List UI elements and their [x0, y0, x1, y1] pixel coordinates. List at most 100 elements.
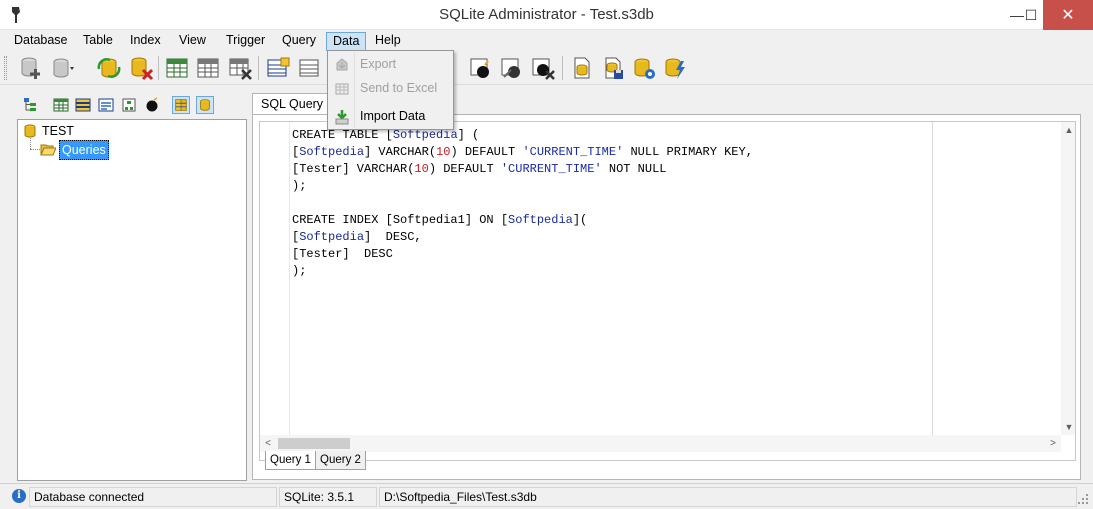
code-token: [Tester] DESC	[292, 247, 393, 261]
code-token: TABLE	[342, 128, 386, 142]
indexes-icon[interactable]	[74, 96, 92, 114]
object-browser-panel: TEST Queries	[10, 93, 247, 481]
triggers-icon[interactable]	[143, 96, 161, 114]
code-line: );	[292, 263, 753, 280]
status-sqlite-version: SQLite: 3.5.1	[279, 487, 377, 507]
maximize-button[interactable]: ☐	[1019, 0, 1043, 30]
menu-data[interactable]: Data	[326, 32, 367, 51]
open-database-icon[interactable]	[50, 55, 76, 81]
code-token: 10	[436, 145, 451, 159]
code-line: CREATE INDEX [Softpedia1] ON [Softpedia]…	[292, 212, 753, 229]
scroll-right-icon[interactable]: >	[1045, 435, 1061, 452]
queries-filter-icon[interactable]	[196, 96, 214, 114]
scroll-down-icon[interactable]: ▼	[1061, 419, 1075, 435]
toolbar-separator	[562, 56, 563, 80]
code-token: ] VARCHAR(	[364, 145, 437, 159]
code-line: [Softpedia] VARCHAR(10) DEFAULT 'CURRENT…	[292, 144, 753, 161]
tables-icon[interactable]	[52, 96, 70, 114]
execute-query-icon[interactable]	[662, 55, 688, 81]
menu-item-label: Export	[360, 57, 397, 71]
tab-sql-query[interactable]: SQL Query	[252, 93, 332, 115]
info-icon: i	[12, 489, 26, 503]
scroll-left-icon[interactable]: <	[260, 435, 276, 452]
tab-query-1[interactable]: Query 1	[265, 451, 316, 470]
code-token: Softpedia	[299, 145, 365, 159]
delete-database-icon[interactable]	[128, 55, 154, 81]
code-token: 'CURRENT_TIME'	[500, 162, 602, 176]
menu-help[interactable]: Help	[369, 32, 407, 51]
resize-grip-icon[interactable]	[1077, 493, 1089, 505]
new-database-icon[interactable]	[18, 55, 44, 81]
object-tree[interactable]: TEST Queries	[17, 119, 247, 481]
edit-index-icon[interactable]	[297, 55, 323, 81]
code-token: ) DEFAULT	[428, 162, 501, 176]
toolbar-grip[interactable]	[4, 56, 7, 80]
code-token: CREATE INDEX [Softpedia1] ON [	[292, 213, 509, 227]
menu-database[interactable]: Database	[8, 32, 74, 51]
edit-table-icon[interactable]	[195, 55, 221, 81]
close-button[interactable]: ✕	[1043, 0, 1093, 30]
menu-index[interactable]: Index	[124, 32, 167, 51]
window-title: SQLite Administrator - Test.s3db	[439, 6, 654, 23]
horizontal-scroll-thumb[interactable]	[278, 438, 350, 449]
code-token: Softpedia	[508, 213, 573, 227]
open-query-icon[interactable]	[569, 55, 595, 81]
object-browser-toolbar	[10, 93, 240, 117]
save-query-icon[interactable]	[600, 55, 626, 81]
database-icon	[24, 124, 36, 138]
menu-item-import-data[interactable]: Import Data	[330, 105, 451, 128]
menu-item-export[interactable]: Export	[330, 53, 451, 76]
tree-view-icon[interactable]	[22, 96, 40, 114]
create-index-icon[interactable]	[265, 55, 291, 81]
code-token: CREATE	[292, 128, 343, 142]
vertical-scrollbar[interactable]: ▲ ▼	[1061, 122, 1075, 435]
code-token: Softpedia	[392, 128, 458, 142]
tab-query-2[interactable]: Query 2	[315, 451, 366, 470]
code-token: 'CURRENT_TIME'	[522, 145, 624, 159]
views-icon[interactable]	[97, 96, 115, 114]
code-token: ] DESC,	[364, 230, 422, 244]
scroll-up-icon[interactable]: ▲	[1061, 122, 1075, 138]
tree-label-queries: Queries	[59, 140, 109, 160]
schema-icon[interactable]	[120, 96, 138, 114]
create-trigger-icon[interactable]	[468, 55, 494, 81]
edit-trigger-icon[interactable]	[499, 55, 525, 81]
code-token: Softpedia	[299, 230, 365, 244]
status-db-path: D:\Softpedia_Files\Test.s3db	[379, 487, 1077, 507]
code-token: ](	[572, 213, 588, 227]
title-bar: SQLite Administrator - Test.s3db — ☐ ✕	[0, 0, 1093, 30]
tree-connector	[30, 138, 31, 149]
editor-gutter	[260, 122, 290, 435]
menu-item-label: Send to Excel	[360, 81, 438, 95]
import-icon	[335, 110, 349, 125]
menu-item-send-to-excel[interactable]: Send to Excel	[330, 77, 451, 100]
menu-table[interactable]: Table	[77, 32, 119, 51]
delete-trigger-icon[interactable]	[530, 55, 556, 81]
menu-query[interactable]: Query	[276, 32, 322, 51]
export-icon	[336, 58, 348, 71]
database-settings-icon[interactable]	[631, 55, 657, 81]
menu-trigger[interactable]: Trigger	[220, 32, 271, 51]
sql-code[interactable]: CREATE TABLE [Softpedia] ([Softpedia] VA…	[292, 127, 753, 280]
databases-filter-icon[interactable]	[172, 96, 190, 114]
menu-bar: Database Table Index View Trigger Query …	[0, 30, 1093, 51]
create-table-icon[interactable]	[164, 55, 190, 81]
code-line: [Tester] DESC	[292, 246, 753, 263]
data-menu-dropdown: Export Send to Excel Import Data	[327, 50, 454, 130]
refresh-database-icon[interactable]	[96, 55, 122, 81]
folder-open-icon	[40, 144, 56, 156]
status-bar: i Database connected SQLite: 3.5.1 D:\So…	[0, 483, 1093, 509]
right-margin-line	[932, 122, 933, 435]
horizontal-scrollbar[interactable]: < >	[260, 435, 1061, 452]
code-line: );	[292, 178, 753, 195]
menu-view[interactable]: View	[173, 32, 212, 51]
menu-item-label: Import Data	[360, 109, 426, 123]
tree-connector	[30, 149, 40, 150]
sql-query-page: CREATE TABLE [Softpedia] ([Softpedia] VA…	[252, 114, 1081, 480]
excel-grid-icon	[335, 83, 349, 95]
sql-editor[interactable]: CREATE TABLE [Softpedia] ([Softpedia] VA…	[259, 121, 1076, 461]
code-line: [Softpedia] DESC,	[292, 229, 753, 246]
delete-table-icon[interactable]	[227, 55, 253, 81]
status-message: Database connected	[29, 487, 277, 507]
